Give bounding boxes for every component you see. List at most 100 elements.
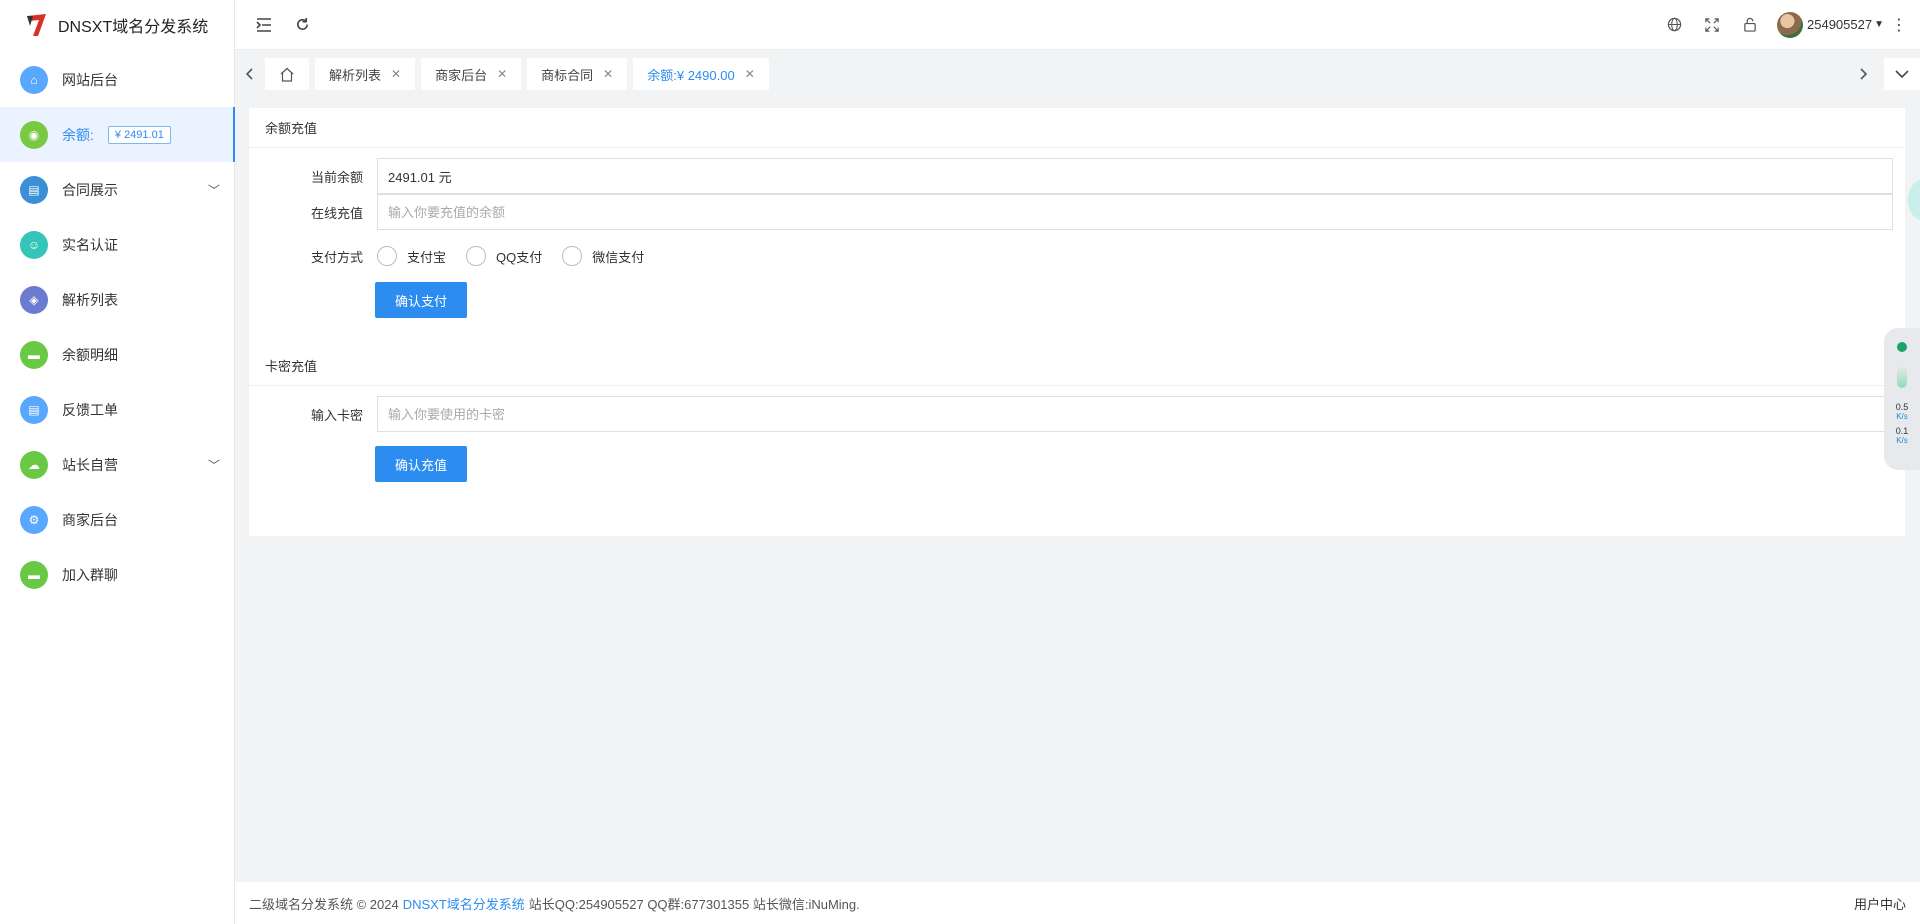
close-icon[interactable]: ✕ bbox=[391, 67, 401, 81]
sidebar-menu: ⌂ 网站后台 ◉ 余额: ¥ 2491.01 ▤ 合同展示 ﹀ ☺ 实名认证 ◈… bbox=[0, 52, 235, 602]
sidebar-item-webmaster[interactable]: ☁ 站长自营 ﹀ bbox=[0, 437, 234, 492]
wallet-icon: ◉ bbox=[20, 120, 48, 149]
online-recharge-row: 在线充值 bbox=[249, 194, 1905, 230]
radio-circle[interactable] bbox=[562, 246, 583, 266]
tab-merchant[interactable]: 商家后台 ✕ bbox=[421, 58, 522, 90]
chevron-left-icon[interactable] bbox=[235, 58, 265, 90]
upload-unit: K/s bbox=[1896, 412, 1908, 421]
menu-toggle-icon[interactable] bbox=[245, 0, 283, 50]
home-icon bbox=[280, 67, 294, 82]
fullscreen-icon[interactable] bbox=[1693, 0, 1731, 50]
edge-bubble[interactable] bbox=[1908, 180, 1920, 220]
sidebar-item-feedback[interactable]: ▤ 反馈工单 bbox=[0, 382, 234, 437]
avatar bbox=[1777, 11, 1804, 38]
tabs-bar: 解析列表 ✕ 商家后台 ✕ 商标合同 ✕ 余额:¥ 2490.00 ✕ bbox=[235, 55, 1920, 93]
footer-user-center-link[interactable]: 用户中心 bbox=[1854, 894, 1920, 913]
sidebar-item-label: 商家后台 bbox=[62, 511, 118, 528]
confirm-pay-button[interactable]: 确认支付 bbox=[375, 282, 467, 318]
chevron-down-icon[interactable]: ﹀ bbox=[208, 181, 220, 198]
card-key-row: 输入卡密 bbox=[249, 396, 1905, 432]
tabs-dropdown-button[interactable] bbox=[1884, 58, 1920, 90]
radio-circle[interactable] bbox=[466, 246, 487, 266]
radio-label: 支付宝 bbox=[407, 249, 447, 265]
sidebar-item-label: 余额明细 bbox=[62, 346, 118, 363]
brand[interactable]: DNSXT域名分发系统 bbox=[0, 0, 234, 50]
footer-contact: 站长QQ:254905527 QQ群:677301355 站长微信:iNuMin… bbox=[528, 896, 860, 912]
document-icon: ▤ bbox=[20, 175, 48, 204]
user-icon: ☺ bbox=[20, 230, 48, 259]
footer-brand-link[interactable]: DNSXT域名分发系统 bbox=[403, 894, 525, 913]
current-balance-field[interactable] bbox=[377, 158, 1893, 194]
status-dot bbox=[1897, 342, 1907, 352]
sidebar: DNSXT域名分发系统 ⌂ 网站后台 ◉ 余额: ¥ 2491.01 ▤ 合同展… bbox=[0, 0, 235, 924]
network-speed-widget[interactable]: 0.5 K/s 0.1 K/s bbox=[1884, 328, 1920, 470]
tab-home[interactable] bbox=[265, 58, 309, 90]
sidebar-item-dns-list[interactable]: ◈ 解析列表 bbox=[0, 272, 234, 327]
status-indicator bbox=[1897, 366, 1907, 388]
footer-copyright: 二级域名分发系统 © 2024 bbox=[249, 896, 399, 912]
sidebar-item-label: 网站后台 bbox=[62, 71, 118, 88]
chat-icon: ▬ bbox=[20, 340, 48, 369]
pay-method-radio-group: 支付宝 QQ支付 微信支付 bbox=[377, 246, 664, 266]
radio-label: QQ支付 bbox=[496, 249, 543, 265]
cube-icon: ◈ bbox=[20, 285, 48, 314]
home-icon: ⌂ bbox=[20, 65, 48, 94]
tab-dns-list[interactable]: 解析列表 ✕ bbox=[315, 58, 416, 90]
tab-label: 商家后台 bbox=[435, 67, 488, 83]
sidebar-item-label: 实名认证 bbox=[62, 236, 118, 253]
sidebar-item-balance-details[interactable]: ▬ 余额明细 bbox=[0, 327, 234, 382]
user-menu[interactable]: 254905527 ▼ bbox=[1777, 11, 1884, 38]
chevron-right-icon[interactable] bbox=[1848, 58, 1878, 90]
sidebar-item-label: 解析列表 bbox=[62, 291, 118, 308]
close-icon[interactable]: ✕ bbox=[745, 67, 755, 81]
upload-speed: 0.5 K/s bbox=[1895, 402, 1909, 421]
radio-label: 微信支付 bbox=[592, 249, 645, 265]
language-icon[interactable] bbox=[1655, 0, 1693, 50]
radio-qqpay[interactable]: QQ支付 bbox=[466, 246, 542, 266]
sidebar-item-join-group[interactable]: ▬ 加入群聊 bbox=[0, 547, 234, 602]
chat-icon: ▬ bbox=[20, 560, 48, 589]
radio-alipay[interactable]: 支付宝 bbox=[377, 246, 446, 266]
download-speed: 0.1 K/s bbox=[1895, 426, 1909, 445]
tab-label: 商标合同 bbox=[541, 67, 594, 83]
online-recharge-label: 在线充值 bbox=[310, 205, 363, 221]
tab-balance[interactable]: 余额:¥ 2490.00 ✕ bbox=[633, 58, 769, 90]
balance-badge: ¥ 2491.01 bbox=[107, 125, 171, 144]
refresh-icon[interactable] bbox=[283, 0, 321, 50]
recharge-card: 余额充值 当前余额 在线充值 支付方式 支付宝 QQ支付 微信支付 确认支付 卡… bbox=[249, 108, 1905, 536]
sidebar-item-contracts[interactable]: ▤ 合同展示 ﹀ bbox=[0, 162, 234, 217]
sidebar-item-merchant[interactable]: ⚙ 商家后台 bbox=[0, 492, 234, 547]
card-key-label: 输入卡密 bbox=[310, 407, 363, 423]
current-balance-row: 当前余额 bbox=[249, 158, 1905, 194]
more-vertical-icon[interactable]: ⋮ bbox=[1884, 0, 1914, 50]
recharge-amount-input[interactable] bbox=[377, 194, 1893, 230]
brand-title: DNSXT域名分发系统 bbox=[58, 19, 209, 36]
radio-circle[interactable] bbox=[377, 246, 397, 266]
sidebar-item-label: 合同展示 bbox=[62, 181, 118, 198]
gear-icon: ⚙ bbox=[20, 505, 48, 534]
logo-icon bbox=[27, 14, 46, 36]
sidebar-item-label: 反馈工单 bbox=[62, 401, 118, 418]
sidebar-item-verification[interactable]: ☺ 实名认证 bbox=[0, 217, 234, 272]
chevron-down-icon[interactable]: ﹀ bbox=[208, 456, 220, 473]
top-header: 254905527 ▼ ⋮ bbox=[235, 0, 1920, 50]
sidebar-item-balance[interactable]: ◉ 余额: ¥ 2491.01 bbox=[0, 107, 235, 162]
caret-down-icon: ▼ bbox=[1874, 19, 1884, 30]
pay-method-label: 支付方式 bbox=[310, 249, 363, 265]
confirm-recharge-button[interactable]: 确认充值 bbox=[375, 446, 467, 482]
lock-icon[interactable] bbox=[1731, 0, 1769, 50]
card-key-input[interactable] bbox=[377, 396, 1893, 432]
card-recharge-title: 卡密充值 bbox=[249, 346, 1905, 386]
download-unit: K/s bbox=[1896, 436, 1908, 445]
close-icon[interactable]: ✕ bbox=[603, 67, 613, 81]
tab-trademark-contract[interactable]: 商标合同 ✕ bbox=[527, 58, 628, 90]
footer: 二级域名分发系统 © 2024 DNSXT域名分发系统 站长QQ:2549055… bbox=[235, 882, 1920, 924]
close-icon[interactable]: ✕ bbox=[497, 67, 507, 81]
sidebar-item-label: 加入群聊 bbox=[62, 566, 118, 583]
current-balance-label: 当前余额 bbox=[310, 169, 363, 185]
radio-wechatpay[interactable]: 微信支付 bbox=[562, 246, 644, 266]
confirm-recharge-row: 确认充值 bbox=[249, 446, 1905, 482]
balance-recharge-title: 余额充值 bbox=[249, 108, 1905, 148]
sidebar-item-label: 余额: bbox=[62, 126, 94, 143]
sidebar-item-site-admin[interactable]: ⌂ 网站后台 bbox=[0, 52, 234, 107]
